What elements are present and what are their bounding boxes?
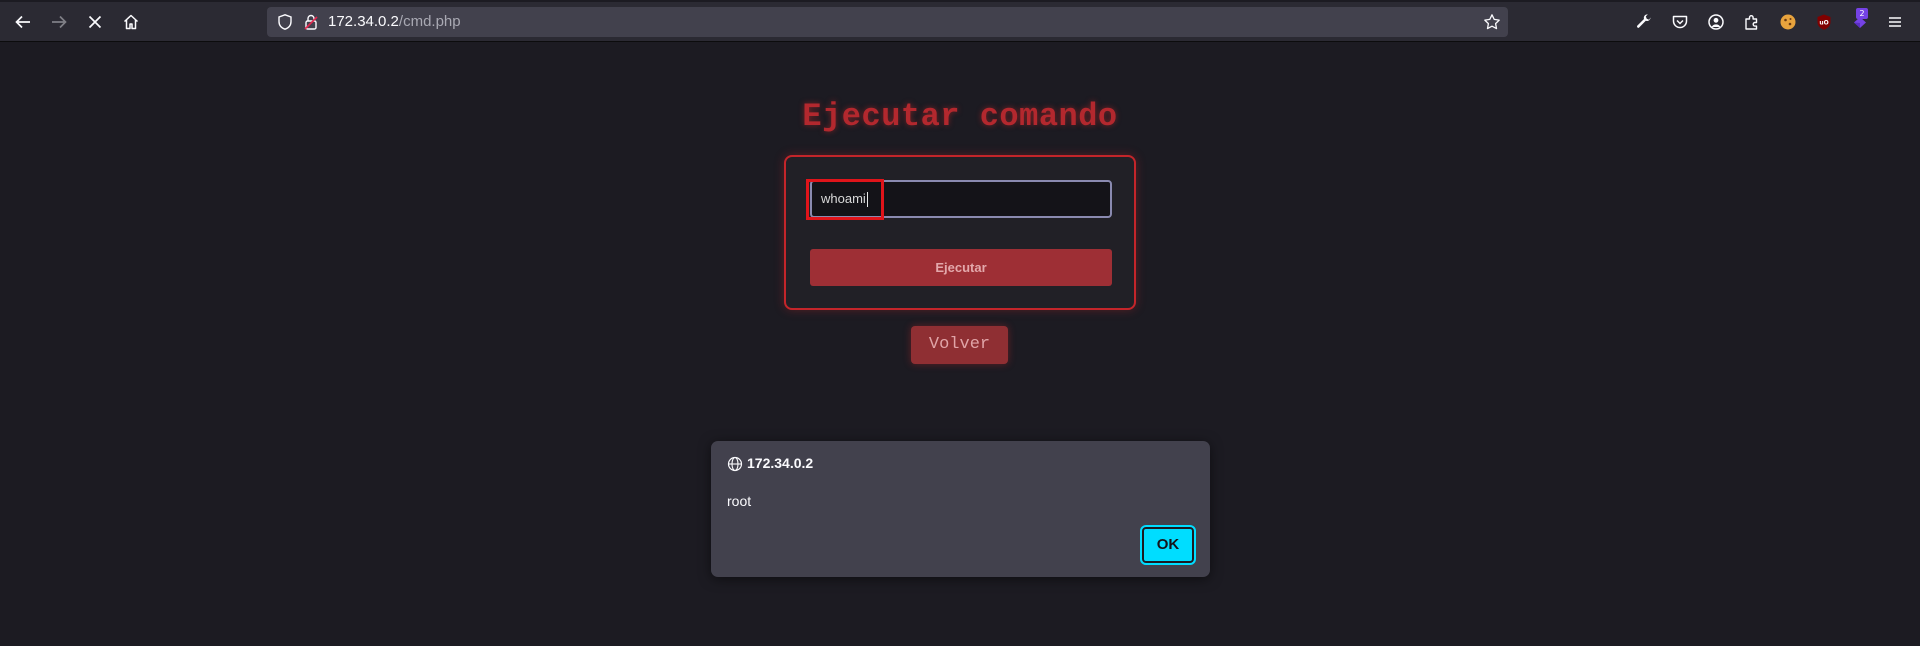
url-host: 172.34.0.2 xyxy=(328,13,399,30)
command-form: whoami Ejecutar xyxy=(784,155,1136,310)
url-path: /cmd.php xyxy=(398,13,461,30)
browser-toolbar: 172.34.0.2/cmd.php uO 2 xyxy=(0,0,1920,42)
back-icon[interactable] xyxy=(10,9,36,35)
forward-icon xyxy=(46,9,72,35)
ok-button[interactable]: OK xyxy=(1140,525,1196,565)
shield-icon[interactable] xyxy=(276,13,294,31)
menu-icon[interactable] xyxy=(1882,9,1908,35)
url-text: 172.34.0.2/cmd.php xyxy=(328,13,461,30)
globe-icon xyxy=(727,456,743,472)
stop-icon[interactable] xyxy=(82,9,108,35)
ublock-icon[interactable]: uO xyxy=(1811,9,1837,35)
account-icon[interactable] xyxy=(1703,9,1729,35)
dialog-message: root xyxy=(727,493,752,509)
dialog-origin: 172.34.0.2 xyxy=(747,455,814,471)
bookmark-star-icon[interactable] xyxy=(1483,13,1501,31)
page-title: Ejecutar comando xyxy=(802,98,1118,135)
extensions-icon[interactable] xyxy=(1739,9,1765,35)
annotation-highlight-box xyxy=(806,179,884,220)
ublock-label: uO xyxy=(1819,20,1828,27)
lock-icon[interactable] xyxy=(302,13,320,31)
execute-button[interactable]: Ejecutar xyxy=(810,249,1112,286)
home-icon[interactable] xyxy=(118,9,144,35)
extension-badge-count: 2 xyxy=(1856,8,1868,19)
toolbar-top-strip xyxy=(0,0,1920,2)
cookie-extension-icon[interactable] xyxy=(1775,9,1801,35)
wrench-icon[interactable] xyxy=(1631,9,1657,35)
alert-dialog: 172.34.0.2 root OK xyxy=(711,441,1210,577)
url-bar[interactable]: 172.34.0.2/cmd.php xyxy=(267,7,1508,37)
back-button[interactable]: Volver xyxy=(911,326,1008,364)
pocket-icon[interactable] xyxy=(1667,9,1693,35)
